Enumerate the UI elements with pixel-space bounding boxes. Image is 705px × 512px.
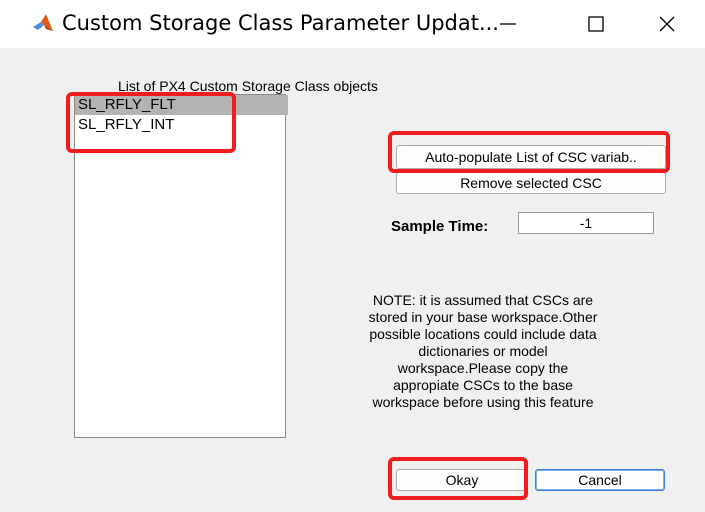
- sample-time-input[interactable]: -1: [518, 212, 654, 234]
- note-line: workspace before using this feature: [372, 394, 594, 410]
- minimize-button[interactable]: [486, 6, 530, 42]
- cancel-button[interactable]: Cancel: [535, 469, 665, 491]
- note-line: NOTE: it is assumed that CSCs are: [372, 292, 594, 308]
- window-title: Custom Storage Class Parameter Updat...: [62, 11, 499, 35]
- maximize-icon: [588, 16, 604, 32]
- remove-csc-button[interactable]: Remove selected CSC: [396, 172, 666, 194]
- maximize-button[interactable]: [574, 6, 618, 42]
- sample-time-label: Sample Time:: [391, 218, 489, 235]
- close-icon: [659, 16, 675, 32]
- note-text: NOTE: it is assumed that CSCs are stored…: [326, 292, 640, 411]
- okay-button[interactable]: Okay: [396, 469, 528, 491]
- minimize-icon: [500, 23, 516, 25]
- note-line: stored in your base workspace.Other: [368, 309, 598, 325]
- list-caption: List of PX4 Custom Storage Class objects: [118, 78, 378, 94]
- title-bar: Custom Storage Class Parameter Updat...: [0, 0, 705, 48]
- note-line: workspace.Please copy the: [397, 360, 569, 376]
- matlab-icon: [33, 14, 53, 31]
- list-item[interactable]: SL_RFLY_FLT: [75, 95, 288, 115]
- note-line: possible locations could include data: [369, 326, 597, 342]
- list-item[interactable]: SL_RFLY_INT: [75, 115, 285, 135]
- note-line: appropiate CSCs to the base: [393, 377, 573, 393]
- close-button[interactable]: [645, 6, 689, 42]
- note-line: dictionaries or model: [418, 343, 548, 359]
- csc-listbox[interactable]: SL_RFLY_FLT SL_RFLY_INT: [74, 94, 288, 438]
- auto-populate-button[interactable]: Auto-populate List of CSC variab..: [396, 145, 666, 169]
